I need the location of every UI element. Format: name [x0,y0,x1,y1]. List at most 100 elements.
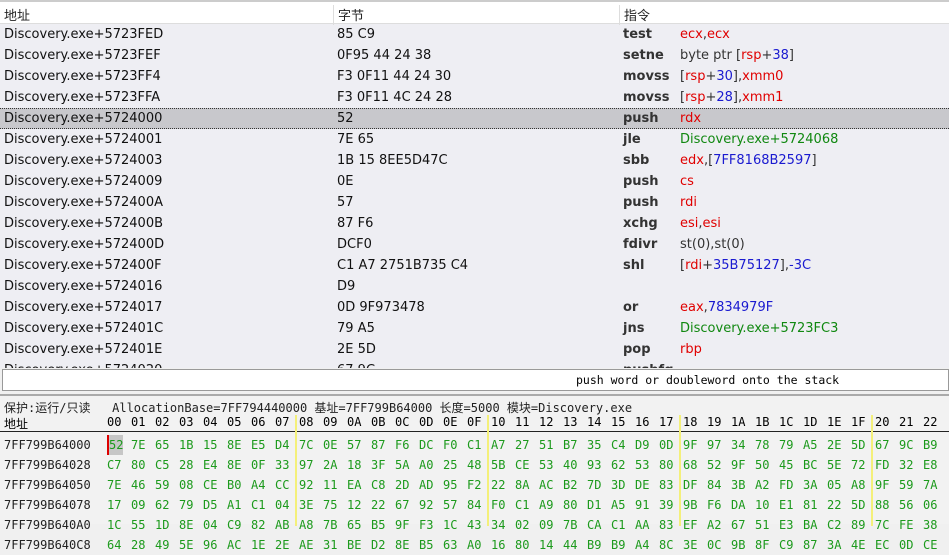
hex-byte[interactable]: A4 [251,475,265,495]
column-header-instruction[interactable]: 指令 [619,5,650,25]
hex-byte[interactable]: AC [227,535,241,555]
hex-byte[interactable]: 62 [155,495,169,515]
hex-byte[interactable]: BE [347,535,361,555]
hex-byte[interactable]: 7E [131,435,145,455]
hex-byte[interactable]: 10 [755,495,769,515]
hex-byte[interactable]: DC [419,435,433,455]
hex-row[interactable]: 7FF799B64028 C7 80 C5 28 E4 8E 0F 33 97 2A 18 3F 5A A0… [0,455,949,475]
disasm-row[interactable]: Discovery.exe+572400B 87 F6 xchg esi,esi [0,213,949,234]
hex-byte[interactable]: DE [635,475,649,495]
hex-byte[interactable]: 34 [491,515,505,535]
hex-byte[interactable]: EF [683,515,697,535]
hex-byte[interactable]: EC [875,535,889,555]
hex-byte[interactable]: F0 [491,495,505,515]
hex-byte[interactable]: 55 [131,515,145,535]
hex-row[interactable]: 7FF799B640C8 64 28 49 5E 96 AC 1E 2E AE 31 BE D2 8E B5… [0,535,949,555]
hex-byte[interactable]: C1 [611,515,625,535]
hex-byte[interactable]: 3B [731,475,745,495]
hex-byte[interactable]: B9 [587,535,601,555]
hex-byte[interactable]: 08 [179,475,193,495]
hex-byte[interactable]: 67 [875,435,889,455]
hex-byte[interactable]: 3F [371,455,385,475]
disasm-row[interactable]: Discovery.exe+572401E 2E 5D pop rbp [0,339,949,360]
hex-byte[interactable]: 1B [179,435,193,455]
hex-byte[interactable]: 83 [659,475,673,495]
hex-byte[interactable]: 7B [323,515,337,535]
disasm-row[interactable]: Discovery.exe+5724009 0E push cs [0,171,949,192]
hex-byte[interactable]: 80 [659,455,673,475]
hex-byte[interactable]: 84 [467,495,481,515]
disasm-row[interactable]: Discovery.exe+5724000 52 push rdx [0,108,949,129]
hex-byte[interactable]: 7C [875,515,889,535]
disasm-row[interactable]: Discovery.exe+5723FEF 0F95 44 24 38 setne b… [0,45,949,66]
hex-byte[interactable]: 3D [611,475,625,495]
hex-byte[interactable]: 22 [371,495,385,515]
hex-byte[interactable]: F6 [707,495,721,515]
hex-byte[interactable]: 28 [179,455,193,475]
hex-byte[interactable]: 18 [347,455,361,475]
hex-byte[interactable]: 8F [755,535,769,555]
hex-byte[interactable]: 34 [731,435,745,455]
column-header-bytes[interactable]: 字节 [333,5,364,25]
hex-byte[interactable]: AE [299,535,313,555]
hex-byte[interactable]: 04 [275,495,289,515]
hex-byte[interactable]: DA [731,495,745,515]
disasm-row[interactable]: Discovery.exe+5723FFA F3 0F11 4C 24 28 mov… [0,87,949,108]
hex-byte[interactable]: 96 [203,535,217,555]
hex-byte[interactable]: E4 [203,455,217,475]
hex-byte[interactable]: 57 [443,495,457,515]
disasm-row[interactable]: Discovery.exe+5724003 1B 15 8EE5D47C sbb ed… [0,150,949,171]
hex-byte[interactable]: 78 [755,435,769,455]
hex-byte[interactable]: 52 [107,435,124,455]
hex-byte[interactable]: CC [275,475,289,495]
hex-byte[interactable]: 25 [443,455,457,475]
hex-byte[interactable]: 75 [323,495,337,515]
hex-byte[interactable]: EA [347,475,361,495]
hex-byte[interactable]: AB [275,515,289,535]
hex-byte[interactable]: 44 [563,535,577,555]
hex-byte[interactable]: 22 [827,495,841,515]
hex-byte[interactable]: F0 [443,435,457,455]
hex-byte[interactable]: 05 [827,475,841,495]
hex-byte[interactable]: 9F [395,515,409,535]
hex-byte[interactable]: 79 [179,495,193,515]
hex-byte[interactable]: 63 [443,535,457,555]
hex-byte[interactable]: A0 [419,455,433,475]
hex-byte[interactable]: 7A [923,475,937,495]
hex-byte[interactable]: 7C [299,435,313,455]
hex-byte[interactable]: 9B [731,535,745,555]
hex-byte[interactable]: 38 [923,515,937,535]
hex-byte[interactable]: 0E [323,435,337,455]
hex-byte[interactable]: 67 [731,515,745,535]
disasm-row[interactable]: Discovery.exe+5724016 D9 [0,276,949,297]
hex-byte[interactable]: 97 [707,435,721,455]
hex-byte[interactable]: 8E [179,515,193,535]
hex-byte[interactable]: B0 [227,475,241,495]
disasm-row[interactable]: Discovery.exe+572401C 79 A5 jns Discovery.e… [0,318,949,339]
hex-byte[interactable]: C8 [371,475,385,495]
hex-byte[interactable]: 8E [227,435,241,455]
hex-byte[interactable]: 3E [299,495,313,515]
hex-byte[interactable]: 45 [779,455,793,475]
hex-byte[interactable]: 04 [203,515,217,535]
hex-byte[interactable]: 97 [299,455,313,475]
hex-byte[interactable]: CA [587,515,601,535]
hex-byte[interactable]: 87 [803,535,817,555]
hex-byte[interactable]: 5B [491,455,505,475]
hex-byte[interactable]: 7B [563,515,577,535]
hex-byte[interactable]: 52 [707,455,721,475]
hex-byte[interactable]: 3A [803,475,817,495]
hex-byte[interactable]: 5A [395,455,409,475]
hex-byte[interactable]: FD [875,455,889,475]
hex-byte[interactable]: 1C [443,515,457,535]
hex-byte[interactable]: DF [683,475,697,495]
hex-byte[interactable]: D4 [275,435,289,455]
hex-byte[interactable]: 43 [467,515,481,535]
hex-byte[interactable]: 83 [659,515,673,535]
hex-byte[interactable]: AA [635,515,649,535]
disasm-row[interactable]: Discovery.exe+5723FED 85 C9 test ecx,ecx [0,24,949,45]
hex-byte[interactable]: 46 [131,475,145,495]
hex-byte[interactable]: 06 [923,495,937,515]
hex-byte[interactable]: A5 [611,495,625,515]
hex-byte[interactable]: 88 [875,495,889,515]
